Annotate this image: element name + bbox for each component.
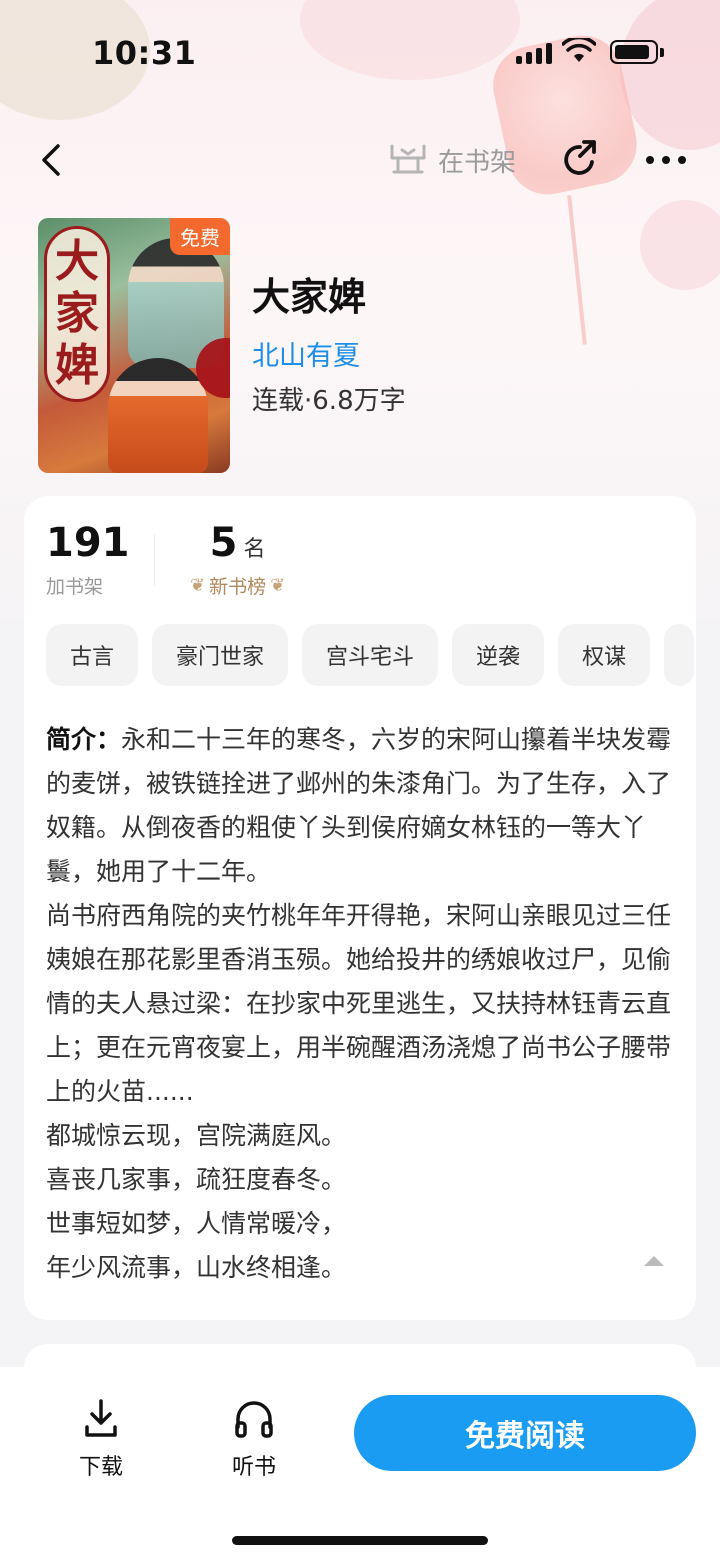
tag-chip[interactable]: 宫斗宅斗	[302, 624, 439, 686]
shelf-count-label: 加书架	[46, 576, 104, 598]
more-dots-icon[interactable]	[644, 138, 688, 182]
tag-chip[interactable]: 权谋	[558, 624, 651, 686]
tag-chip[interactable]: 豪门世家	[152, 624, 289, 686]
nav-bar: 在书架	[0, 120, 720, 200]
book-author[interactable]: 北山有夏	[252, 334, 360, 373]
book-meta: 连载·6.8万字	[252, 386, 406, 416]
tag-chip-partial[interactable]	[664, 624, 695, 686]
synopsis: 简介：永和二十三年的寒冬，六岁的宋阿山攥着半块发霉的麦饼，被铁链拴进了邺州的朱漆…	[46, 718, 676, 1290]
share-icon[interactable]	[558, 138, 602, 182]
synopsis-paragraph: 都城惊云现，宫院满庭风。	[46, 1121, 347, 1150]
laurel-right-icon: ❦	[270, 575, 286, 596]
tag-list: 古言 豪门世家 宫斗宅斗 逆袭 权谋	[46, 624, 696, 688]
tag-chip[interactable]: 逆袭	[452, 624, 545, 686]
laurel-left-icon: ❦	[190, 575, 206, 596]
listen-button[interactable]: 听书	[209, 1397, 299, 1481]
rank-label: 新书榜	[209, 576, 267, 598]
synopsis-paragraph: 尚书府西角院的夹竹桃年年开得艳，宋阿山亲眼见过三任姨娘在那花影里香消玉殒。她给投…	[46, 901, 672, 1106]
on-shelf-indicator[interactable]: 在书架	[388, 140, 516, 180]
stat-divider	[154, 534, 155, 586]
download-button[interactable]: 下载	[56, 1397, 146, 1481]
synopsis-paragraph: 世事短如梦，人情常暖冷，	[46, 1209, 347, 1238]
download-icon	[85, 1399, 117, 1437]
cover-title-seal: 大家婢	[44, 226, 110, 402]
book-cover[interactable]: 大家婢 免费	[38, 218, 230, 473]
bottom-action-bar: 下载 听书 免费阅读	[0, 1367, 720, 1561]
home-indicator	[232, 1536, 488, 1545]
wifi-icon	[562, 38, 596, 62]
synopsis-paragraph: 永和二十三年的寒冬，六岁的宋阿山攥着半块发霉的麦饼，被铁链拴进了邺州的朱漆角门。…	[46, 725, 672, 886]
synopsis-paragraph: 喜丧几家事，疏狂度春冬。	[46, 1165, 347, 1194]
shelf-count-stat: 191 加书架	[46, 520, 130, 599]
headphones-icon	[235, 1401, 273, 1438]
bookshelf-icon	[390, 144, 426, 174]
book-info-card: 191 加书架 5 名 ❦ 新书榜 ❦ 古言 豪门世家 宫斗宅斗 逆袭 权谋 简…	[24, 496, 696, 1320]
on-shelf-label: 在书架	[438, 147, 517, 178]
free-read-button[interactable]: 免费阅读	[354, 1395, 696, 1471]
listen-label: 听书	[231, 1455, 276, 1480]
synopsis-label: 简介：	[46, 725, 122, 754]
rank-number: 5	[209, 520, 238, 566]
synopsis-paragraph: 年少风流事，山水终相逢。	[46, 1253, 347, 1282]
status-time: 10:31	[92, 34, 197, 72]
chevron-left-icon[interactable]	[30, 138, 74, 182]
download-label: 下载	[78, 1455, 123, 1480]
shelf-count: 191	[46, 520, 130, 566]
status-bar: 10:31	[0, 0, 720, 100]
collapse-arrow-icon[interactable]	[644, 1256, 664, 1266]
rank-unit: 名	[243, 537, 266, 562]
cellular-signal-icon	[516, 42, 552, 64]
battery-icon	[610, 40, 664, 64]
rank-stat[interactable]: 5 名 ❦ 新书榜 ❦	[190, 520, 285, 599]
book-title: 大家婢	[252, 275, 367, 319]
free-badge: 免费	[170, 218, 230, 255]
tag-chip[interactable]: 古言	[46, 624, 139, 686]
